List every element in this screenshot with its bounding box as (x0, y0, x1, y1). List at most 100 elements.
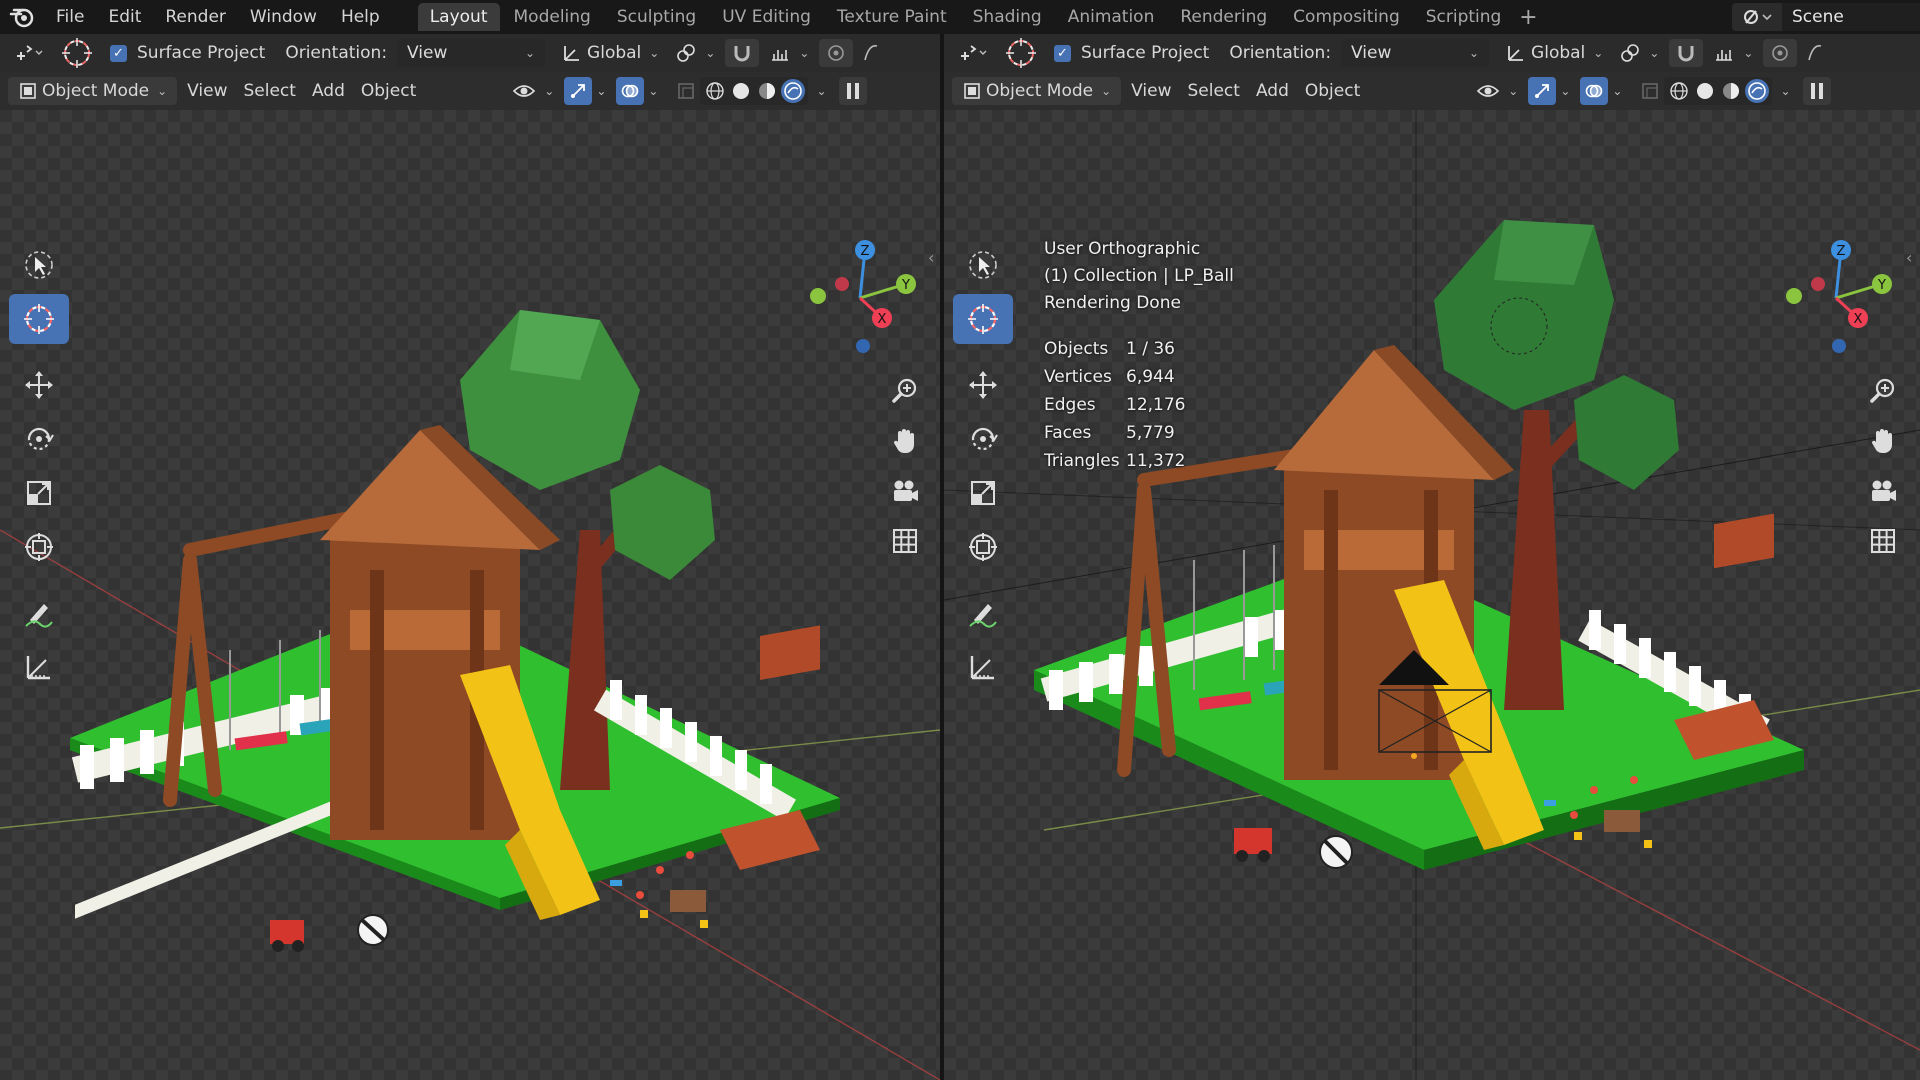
chevron-down-icon[interactable]: ⌄ (648, 84, 658, 98)
transform-orientation-dropdown[interactable]: Global ⌄ (555, 39, 665, 67)
blender-logo-icon[interactable] (0, 0, 44, 34)
navigation-gizmo[interactable]: Z Y X (800, 238, 920, 358)
add-workspace-button[interactable]: + (1515, 4, 1541, 30)
chevron-down-icon[interactable]: ⌄ (1612, 84, 1622, 98)
pause-render-button[interactable] (838, 77, 867, 105)
snap-toggle[interactable] (725, 39, 760, 67)
pan-hand-icon[interactable] (1864, 422, 1902, 460)
cursor-tool-settings-icon[interactable] (952, 39, 994, 67)
3d-cursor-icon[interactable] (998, 38, 1044, 68)
falloff-icon[interactable] (1801, 39, 1829, 67)
menu-file[interactable]: File (44, 0, 96, 34)
menu-object[interactable]: Object (1299, 77, 1366, 105)
tab-animation[interactable]: Animation (1056, 3, 1167, 31)
tab-sculpting[interactable]: Sculpting (605, 3, 708, 31)
grid-view-icon[interactable] (1864, 522, 1902, 560)
gizmo-toggle[interactable] (564, 77, 593, 105)
camera-view-icon[interactable] (1864, 472, 1902, 510)
overlays-toggle[interactable] (1580, 77, 1609, 105)
tab-shading[interactable]: Shading (961, 3, 1054, 31)
mode-dropdown[interactable]: Object Mode ⌄ (952, 77, 1122, 105)
navigation-gizmo[interactable]: Z Y X (1776, 238, 1896, 358)
xray-toggle[interactable] (672, 77, 700, 105)
tab-modeling[interactable]: Modeling (502, 3, 603, 31)
3d-cursor-icon[interactable] (54, 38, 100, 68)
annotate-tool-icon[interactable] (953, 588, 1013, 638)
snap-target-dropdown[interactable]: ⌄ (1707, 39, 1759, 67)
pivot-point-dropdown[interactable]: ⌄ (1613, 39, 1665, 67)
chevron-down-icon[interactable]: ⌄ (1780, 84, 1790, 98)
material-shading-icon[interactable] (755, 79, 779, 103)
chevron-left-icon[interactable]: ‹ (928, 248, 934, 267)
3d-viewport[interactable]: User Orthographic (1) Collection | LP_Ba… (944, 110, 1920, 1080)
select-box-tool-icon[interactable] (953, 240, 1013, 290)
zoom-icon[interactable] (886, 372, 924, 410)
tab-compositing[interactable]: Compositing (1281, 3, 1412, 31)
solid-shading-icon[interactable] (729, 79, 753, 103)
tab-layout[interactable]: Layout (417, 3, 500, 31)
menu-select[interactable]: Select (238, 77, 302, 105)
tab-uv-editing[interactable]: UV Editing (710, 3, 823, 31)
rotate-tool-icon[interactable] (9, 414, 69, 464)
visibility-dropdown[interactable]: ⌄ (506, 77, 560, 105)
menu-help[interactable]: Help (329, 0, 392, 34)
scene-icon[interactable] (1732, 3, 1782, 31)
grid-view-icon[interactable] (886, 522, 924, 560)
orientation-dropdown[interactable]: View ⌄ (1341, 39, 1490, 67)
menu-view[interactable]: View (1125, 77, 1177, 105)
transform-tool-icon[interactable] (953, 522, 1013, 572)
tab-rendering[interactable]: Rendering (1168, 3, 1279, 31)
rendered-shading-icon[interactable] (1745, 79, 1770, 103)
chevron-down-icon[interactable]: ⌄ (596, 84, 606, 98)
overlays-toggle[interactable] (616, 77, 645, 105)
menu-view[interactable]: View (181, 77, 233, 105)
camera-view-icon[interactable] (886, 472, 924, 510)
menu-add[interactable]: Add (306, 77, 351, 105)
surface-project-toggle[interactable]: ✓ Surface Project (104, 39, 271, 67)
mode-dropdown[interactable]: Object Mode ⌄ (8, 77, 178, 105)
measure-tool-icon[interactable] (9, 642, 69, 692)
transform-tool-icon[interactable] (9, 522, 69, 572)
proportional-editing-toggle[interactable] (819, 39, 854, 67)
menu-render[interactable]: Render (153, 0, 238, 34)
rendered-shading-icon[interactable] (781, 79, 806, 103)
menu-select[interactable]: Select (1182, 77, 1246, 105)
orientation-dropdown[interactable]: View ⌄ (397, 39, 546, 67)
snap-target-dropdown[interactable]: ⌄ (763, 39, 815, 67)
tab-texture-paint[interactable]: Texture Paint (825, 3, 959, 31)
measure-tool-icon[interactable] (953, 642, 1013, 692)
wireframe-shading-icon[interactable] (1667, 79, 1691, 103)
zoom-icon[interactable] (1864, 372, 1902, 410)
move-tool-icon[interactable] (9, 360, 69, 410)
annotate-tool-icon[interactable] (9, 588, 69, 638)
chevron-down-icon[interactable]: ⌄ (816, 84, 826, 98)
menu-window[interactable]: Window (238, 0, 329, 34)
cursor-tool-icon[interactable] (953, 294, 1013, 344)
pause-render-button[interactable] (1802, 77, 1831, 105)
rotate-tool-icon[interactable] (953, 414, 1013, 464)
select-box-tool-icon[interactable] (9, 240, 69, 290)
proportional-editing-toggle[interactable] (1763, 39, 1798, 67)
move-tool-icon[interactable] (953, 360, 1013, 410)
pivot-point-dropdown[interactable]: ⌄ (669, 39, 721, 67)
cursor-tool-settings-icon[interactable] (8, 39, 50, 67)
transform-orientation-dropdown[interactable]: Global ⌄ (1499, 39, 1609, 67)
scene-name-field[interactable]: Scene (1782, 3, 1920, 31)
snap-toggle[interactable] (1669, 39, 1704, 67)
surface-project-toggle[interactable]: ✓ Surface Project (1048, 39, 1215, 67)
scale-tool-icon[interactable] (9, 468, 69, 518)
gizmo-toggle[interactable] (1528, 77, 1557, 105)
solid-shading-icon[interactable] (1693, 79, 1717, 103)
menu-add[interactable]: Add (1250, 77, 1295, 105)
cursor-tool-icon[interactable] (9, 294, 69, 344)
visibility-dropdown[interactable]: ⌄ (1470, 77, 1524, 105)
scale-tool-icon[interactable] (953, 468, 1013, 518)
3d-viewport[interactable]: Z Y X ‹ (0, 110, 940, 1080)
falloff-icon[interactable] (857, 39, 885, 67)
material-shading-icon[interactable] (1719, 79, 1743, 103)
wireframe-shading-icon[interactable] (703, 79, 727, 103)
menu-object[interactable]: Object (355, 77, 422, 105)
pan-hand-icon[interactable] (886, 422, 924, 460)
xray-toggle[interactable] (1636, 77, 1664, 105)
chevron-down-icon[interactable]: ⌄ (1560, 84, 1570, 98)
